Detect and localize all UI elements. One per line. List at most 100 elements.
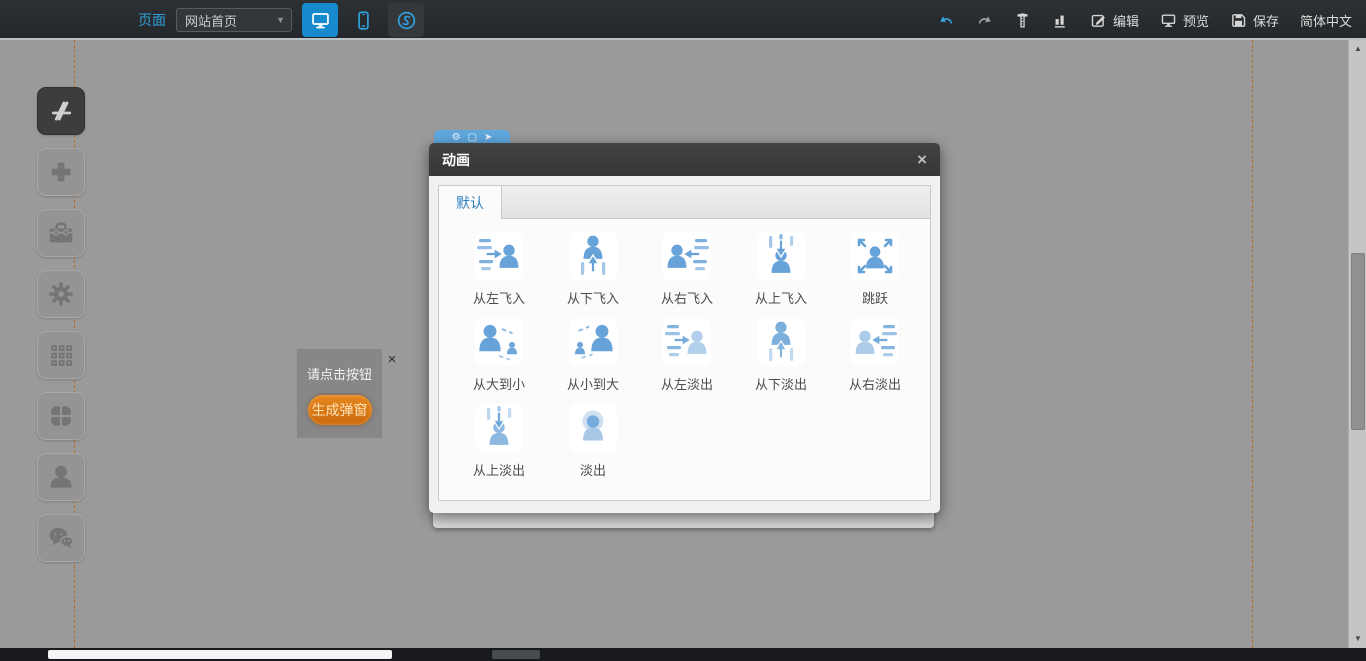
animation-label: 从下淡出 bbox=[755, 374, 807, 393]
undo-icon bbox=[938, 12, 955, 29]
animation-item-fly-in-top[interactable]: 从上飞入 bbox=[734, 232, 828, 318]
dialog-inner: 默认 从左飞入 从下飞入 从右飞入 从上飞入跳跃从大到小 从小到大 从左淡出从下淡出 从右淡… bbox=[438, 185, 931, 501]
gear-icon: ⚙ bbox=[452, 132, 461, 143]
save-button[interactable]: 保存 bbox=[1230, 11, 1279, 30]
mobile-view-button[interactable] bbox=[345, 3, 381, 37]
animation-item-fade-out[interactable]: 淡出 bbox=[546, 404, 640, 490]
generate-popup-button[interactable]: 生成弹窗 bbox=[308, 395, 372, 425]
horizontal-scrollbar[interactable] bbox=[0, 648, 1366, 661]
language-button-label: 简体中文 bbox=[1300, 11, 1352, 30]
device-toggle-group bbox=[302, 3, 424, 37]
animation-item-fade-out-bottom[interactable]: 从下淡出 bbox=[734, 318, 828, 404]
sidebar-item-settings[interactable] bbox=[37, 270, 85, 318]
animation-item-small-to-big[interactable]: 从小到大 bbox=[546, 318, 640, 404]
page-label: 页面 bbox=[138, 10, 166, 30]
sidebar-item-design-tools[interactable] bbox=[37, 87, 85, 135]
vertical-scrollbar-thumb[interactable] bbox=[1351, 253, 1365, 430]
save-button-label: 保存 bbox=[1253, 11, 1279, 30]
animation-item-fade-out-left[interactable]: 从左淡出 bbox=[640, 318, 734, 404]
animation-item-fade-out-top[interactable]: 从上淡出 bbox=[452, 404, 546, 490]
animation-label: 淡出 bbox=[580, 460, 606, 479]
link-mode-button[interactable] bbox=[388, 3, 424, 37]
stats-icon bbox=[1052, 12, 1069, 29]
page-select[interactable]: 网站首页 ▼ bbox=[176, 8, 292, 32]
animation-label: 从上淡出 bbox=[473, 460, 525, 479]
small-to-big-icon bbox=[569, 318, 617, 366]
animation-item-fly-in-right[interactable]: 从右飞入 bbox=[640, 232, 734, 318]
redo-icon bbox=[976, 12, 993, 29]
animation-item-fly-in-left[interactable]: 从左飞入 bbox=[452, 232, 546, 318]
app-design-icon bbox=[46, 96, 76, 126]
dialog-tabbar: 默认 bbox=[439, 186, 930, 219]
fly-in-bottom-icon bbox=[569, 232, 617, 280]
animation-label: 从右淡出 bbox=[849, 374, 901, 393]
link-s-icon bbox=[396, 10, 417, 31]
animation-label: 从大到小 bbox=[473, 374, 525, 393]
fly-in-right-icon bbox=[663, 232, 711, 280]
dialog-close-icon[interactable]: × bbox=[917, 151, 927, 168]
sidebar-item-toolbox[interactable] bbox=[37, 209, 85, 257]
sidebar-item-components[interactable] bbox=[37, 392, 85, 440]
language-button[interactable]: 简体中文 bbox=[1300, 11, 1352, 30]
dialog-tab-0[interactable]: 默认 bbox=[439, 186, 502, 219]
popup-trigger-widget[interactable]: 请点击按钮 生成弹窗 bbox=[297, 349, 382, 438]
preview-button-label: 预览 bbox=[1183, 11, 1209, 30]
monitor-icon bbox=[310, 10, 331, 31]
edit-button[interactable]: 编辑 bbox=[1090, 11, 1139, 30]
animation-grid: 从左飞入 从下飞入 从右飞入 从上飞入跳跃从大到小 从小到大 从左淡出从下淡出 从右淡出从上… bbox=[439, 219, 930, 500]
ruler-icon bbox=[1014, 12, 1031, 29]
preview-button[interactable]: 预览 bbox=[1160, 11, 1209, 30]
fade-out-bottom-icon bbox=[757, 318, 805, 366]
edit-icon bbox=[1090, 12, 1107, 29]
scroll-up-icon[interactable]: ▲ bbox=[1349, 42, 1366, 56]
clover-icon bbox=[46, 401, 76, 431]
page-select-value: 网站首页 bbox=[185, 11, 237, 30]
animation-label: 从小到大 bbox=[567, 374, 619, 393]
vertical-scrollbar[interactable]: ▲ ▼ bbox=[1348, 40, 1366, 648]
animation-item-fly-in-bottom[interactable]: 从下飞入 bbox=[546, 232, 640, 318]
animation-item-big-to-small[interactable]: 从大到小 bbox=[452, 318, 546, 404]
horizontal-scrollbar-segment bbox=[492, 650, 540, 659]
plus-icon bbox=[46, 157, 76, 187]
fade-out-top-icon bbox=[475, 404, 523, 452]
fly-in-left-icon bbox=[475, 232, 523, 280]
widget-text: 请点击按钮 bbox=[307, 364, 372, 383]
animation-label: 从下飞入 bbox=[567, 288, 619, 307]
toolbox-icon bbox=[46, 218, 76, 248]
sidebar-item-modules[interactable] bbox=[37, 331, 85, 379]
stats-button[interactable] bbox=[1052, 12, 1069, 29]
save-icon bbox=[1230, 12, 1247, 29]
animation-item-jump[interactable]: 跳跃 bbox=[828, 232, 922, 318]
dialog-title: 动画 bbox=[442, 150, 470, 170]
preview-icon bbox=[1160, 12, 1177, 29]
guide-line-right bbox=[1252, 40, 1253, 648]
animation-label: 从左飞入 bbox=[473, 288, 525, 307]
cursor-icon: ➤ bbox=[484, 132, 492, 143]
phone-icon bbox=[353, 10, 374, 31]
ruler-button[interactable] bbox=[1014, 12, 1031, 29]
sidebar-item-wechat[interactable] bbox=[37, 514, 85, 562]
fade-out-left-icon bbox=[663, 318, 711, 366]
person-icon bbox=[46, 462, 76, 492]
fly-in-top-icon bbox=[757, 232, 805, 280]
sidebar-item-user[interactable] bbox=[37, 453, 85, 501]
toolbar-left-group: 页面 网站首页 ▼ bbox=[138, 0, 424, 40]
widget-close-icon[interactable]: × bbox=[384, 352, 400, 368]
animation-item-fade-out-right[interactable]: 从右淡出 bbox=[828, 318, 922, 404]
animation-label: 从右飞入 bbox=[661, 288, 713, 307]
panel-icon: ▢ bbox=[468, 132, 477, 143]
scroll-down-icon[interactable]: ▼ bbox=[1349, 632, 1366, 646]
sidebar-item-add-element[interactable] bbox=[37, 148, 85, 196]
horizontal-scrollbar-thumb[interactable] bbox=[48, 650, 392, 659]
chevron-down-icon: ▼ bbox=[276, 15, 285, 25]
redo-button[interactable] bbox=[976, 12, 993, 29]
dialog-header[interactable]: 动画 × bbox=[429, 143, 940, 176]
fade-out-icon bbox=[569, 404, 617, 452]
desktop-view-button[interactable] bbox=[302, 3, 338, 37]
undo-button[interactable] bbox=[938, 12, 955, 29]
dialog-body: 默认 从左飞入 从下飞入 从右飞入 从上飞入跳跃从大到小 从小到大 从左淡出从下淡出 从右淡… bbox=[429, 176, 940, 513]
fade-out-right-icon bbox=[851, 318, 899, 366]
edit-button-label: 编辑 bbox=[1113, 11, 1139, 30]
grid-icon bbox=[46, 340, 76, 370]
jump-icon bbox=[851, 232, 899, 280]
